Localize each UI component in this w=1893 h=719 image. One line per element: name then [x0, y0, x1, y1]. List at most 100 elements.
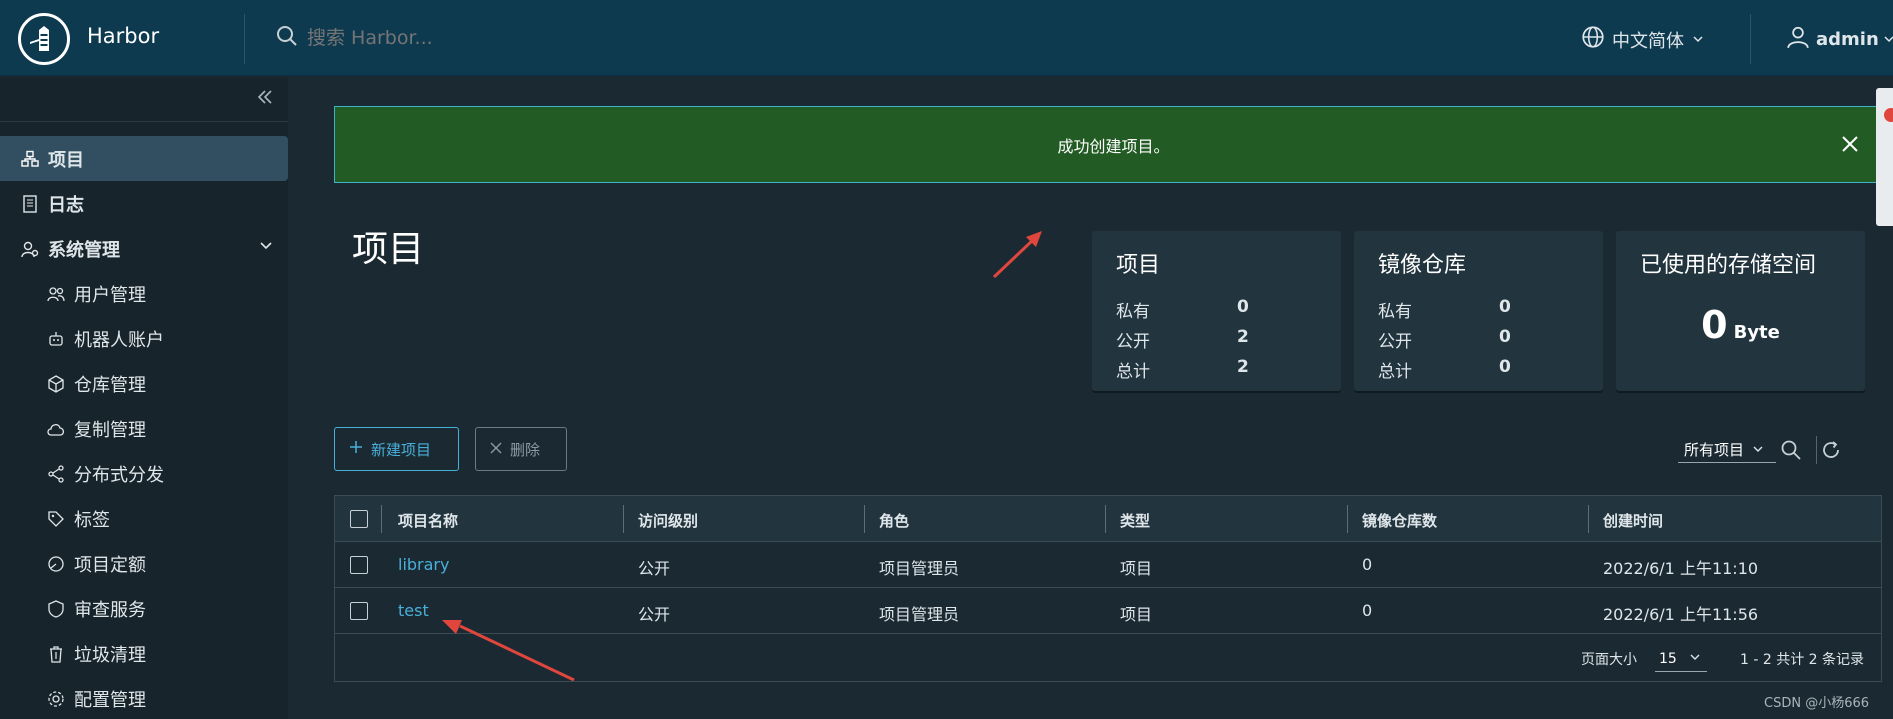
access-level: 公开	[638, 605, 671, 624]
sidebar-item-label: 仓库管理	[74, 374, 146, 396]
sidebar-item-label: 分布式分发	[74, 464, 164, 486]
role: 项目管理员	[879, 605, 960, 624]
sidebar-item-registry[interactable]: 仓库管理	[0, 361, 288, 406]
annotation-arrow-icon	[992, 231, 1042, 279]
close-icon	[490, 440, 502, 458]
search-input[interactable]	[307, 27, 667, 49]
language-label: 中文简体	[1612, 30, 1684, 52]
sidebar-item-quota[interactable]: 项目定额	[0, 541, 288, 586]
chevron-down-icon	[1689, 651, 1701, 667]
search-icon	[275, 24, 299, 52]
sidebar-item-logs[interactable]: 日志	[0, 181, 288, 226]
chevron-down-icon	[1692, 29, 1704, 50]
page-size-select[interactable]: 15	[1655, 646, 1707, 672]
repositories-summary-card: 镜像仓库 私有 0 公开 0 总计 0	[1354, 231, 1603, 391]
sidebar-item-label: 垃圾清理	[74, 644, 146, 666]
notification-dot-icon	[1884, 108, 1893, 122]
sidebar-item-label: 用户管理	[74, 284, 146, 306]
sidebar-item-admin[interactable]: 系统管理	[0, 226, 288, 271]
projects-icon	[20, 149, 40, 169]
column-header-repo-count[interactable]: 镜像仓库数	[1362, 510, 1437, 531]
column-header-type[interactable]: 类型	[1120, 510, 1150, 531]
trash-icon	[46, 644, 66, 664]
shield-icon	[46, 599, 66, 619]
new-project-button[interactable]: 新建项目	[334, 427, 459, 471]
access-level: 公开	[638, 559, 671, 578]
column-divider	[864, 505, 865, 533]
delete-button[interactable]: 删除	[475, 427, 567, 471]
sidebar-item-users[interactable]: 用户管理	[0, 271, 288, 316]
tag-icon	[46, 509, 66, 529]
watermark: CSDN @小杨666	[1764, 696, 1870, 711]
sidebar-divider	[0, 121, 288, 122]
row-checkbox[interactable]	[350, 556, 368, 574]
private-count-row: 私有 0	[1378, 297, 1511, 322]
project-name-link[interactable]: library	[398, 555, 449, 574]
sidebar-item-label: 配置管理	[74, 689, 146, 711]
sidebar-item-interrogation[interactable]: 审查服务	[0, 586, 288, 631]
search-icon[interactable]	[1779, 438, 1803, 462]
public-count-row: 公开 2	[1116, 327, 1249, 352]
user-icon	[1785, 24, 1811, 55]
collapse-sidebar-icon[interactable]	[256, 87, 274, 111]
top-header: Harbor 中文简体 admin	[0, 0, 1893, 76]
distribution-icon	[46, 464, 66, 484]
globe-icon	[1580, 24, 1606, 55]
language-selector[interactable]: 中文简体	[1580, 24, 1704, 55]
global-search[interactable]	[275, 24, 695, 52]
row-checkbox[interactable]	[350, 602, 368, 620]
project-filter-select[interactable]: 所有项目	[1678, 437, 1776, 463]
creation-time: 2022/6/1 上午11:56	[1603, 605, 1759, 624]
delete-label: 删除	[510, 440, 541, 459]
refresh-icon[interactable]	[1819, 438, 1843, 462]
storage-value: 0 Byte	[1701, 303, 1780, 347]
sidebar-item-robot[interactable]: 机器人账户	[0, 316, 288, 361]
public-count-row: 公开 0	[1378, 327, 1511, 352]
quota-icon	[46, 554, 66, 574]
gear-icon	[46, 689, 66, 709]
sidebar-item-replication[interactable]: 复制管理	[0, 406, 288, 451]
robot-icon	[46, 329, 66, 349]
sidebar-item-gc[interactable]: 垃圾清理	[0, 631, 288, 676]
toolbar-divider	[1816, 436, 1817, 464]
registry-icon	[46, 374, 66, 394]
admin-icon	[20, 239, 40, 259]
storage-summary-card: 已使用的存储空间 0 Byte	[1616, 231, 1865, 391]
column-header-role[interactable]: 角色	[879, 510, 909, 531]
page-size-value: 15	[1659, 650, 1677, 667]
close-icon[interactable]	[1835, 129, 1865, 159]
role: 项目管理员	[879, 559, 960, 578]
harbor-logo-icon[interactable]	[18, 13, 70, 65]
column-divider	[1105, 505, 1106, 533]
sidebar-item-labels[interactable]: 标签	[0, 496, 288, 541]
header-divider	[1750, 14, 1751, 64]
user-menu[interactable]: admin	[1785, 24, 1893, 55]
column-header-created[interactable]: 创建时间	[1603, 510, 1663, 531]
filter-value: 所有项目	[1684, 441, 1745, 459]
sidebar-item-distribution[interactable]: 分布式分发	[0, 451, 288, 496]
sidebar-item-config[interactable]: 配置管理	[0, 676, 288, 719]
column-divider	[623, 505, 624, 533]
sidebar-item-label: 复制管理	[74, 419, 146, 441]
table-row: library 公开 项目管理员 项目 0 2022/6/1 上午11:10	[335, 542, 1881, 588]
column-header-name[interactable]: 项目名称	[398, 510, 458, 531]
project-name-link[interactable]: test	[398, 601, 429, 620]
card-title: 已使用的存储空间	[1640, 253, 1817, 278]
sidebar-item-label: 标签	[74, 509, 110, 531]
chevron-down-icon	[258, 238, 274, 259]
chevron-down-icon	[1883, 29, 1893, 50]
page-size-label: 页面大小	[1581, 652, 1637, 668]
select-all-checkbox[interactable]	[350, 510, 368, 528]
sidebar-item-projects[interactable]: 项目	[0, 136, 288, 181]
column-header-access[interactable]: 访问级别	[638, 510, 698, 531]
header-divider	[244, 14, 245, 64]
replication-icon	[46, 419, 66, 439]
plus-icon	[349, 440, 363, 458]
sidebar-item-label: 日志	[48, 194, 84, 216]
page-title: 项目	[352, 229, 425, 270]
sidebar-item-label: 项目定额	[74, 554, 146, 576]
card-title: 镜像仓库	[1378, 253, 1467, 278]
repo-count: 0	[1362, 601, 1373, 620]
sidebar-item-label: 系统管理	[48, 239, 120, 261]
brand-name[interactable]: Harbor	[87, 24, 159, 48]
